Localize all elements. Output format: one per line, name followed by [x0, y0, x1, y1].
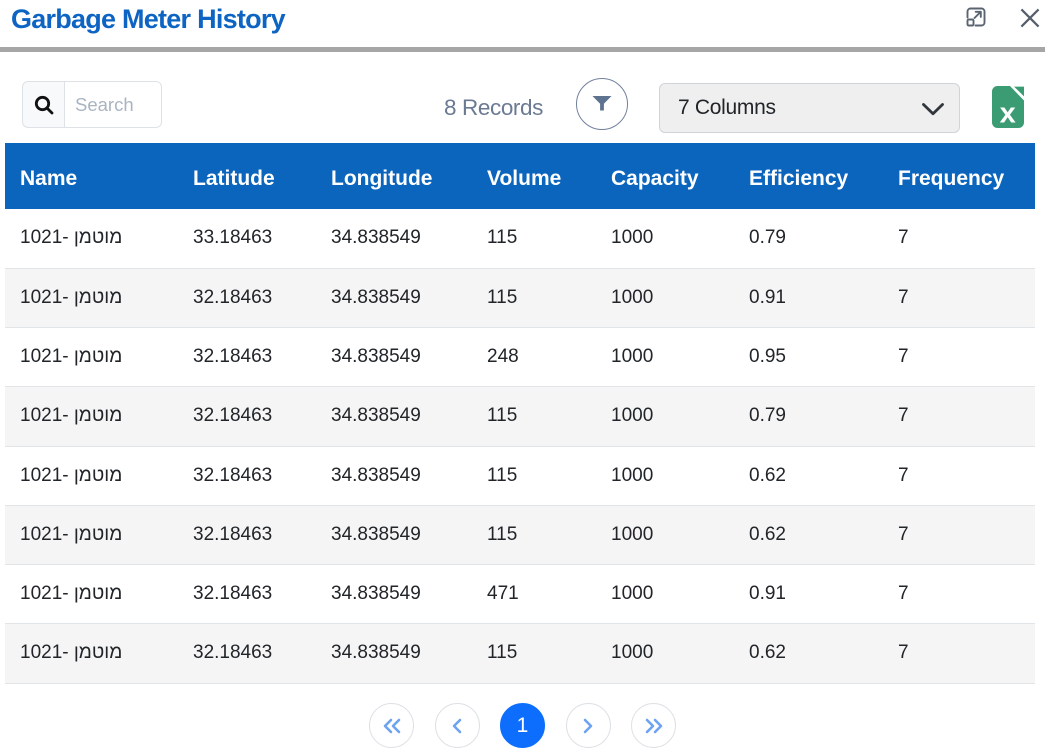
svg-text:x: x — [1000, 98, 1016, 129]
